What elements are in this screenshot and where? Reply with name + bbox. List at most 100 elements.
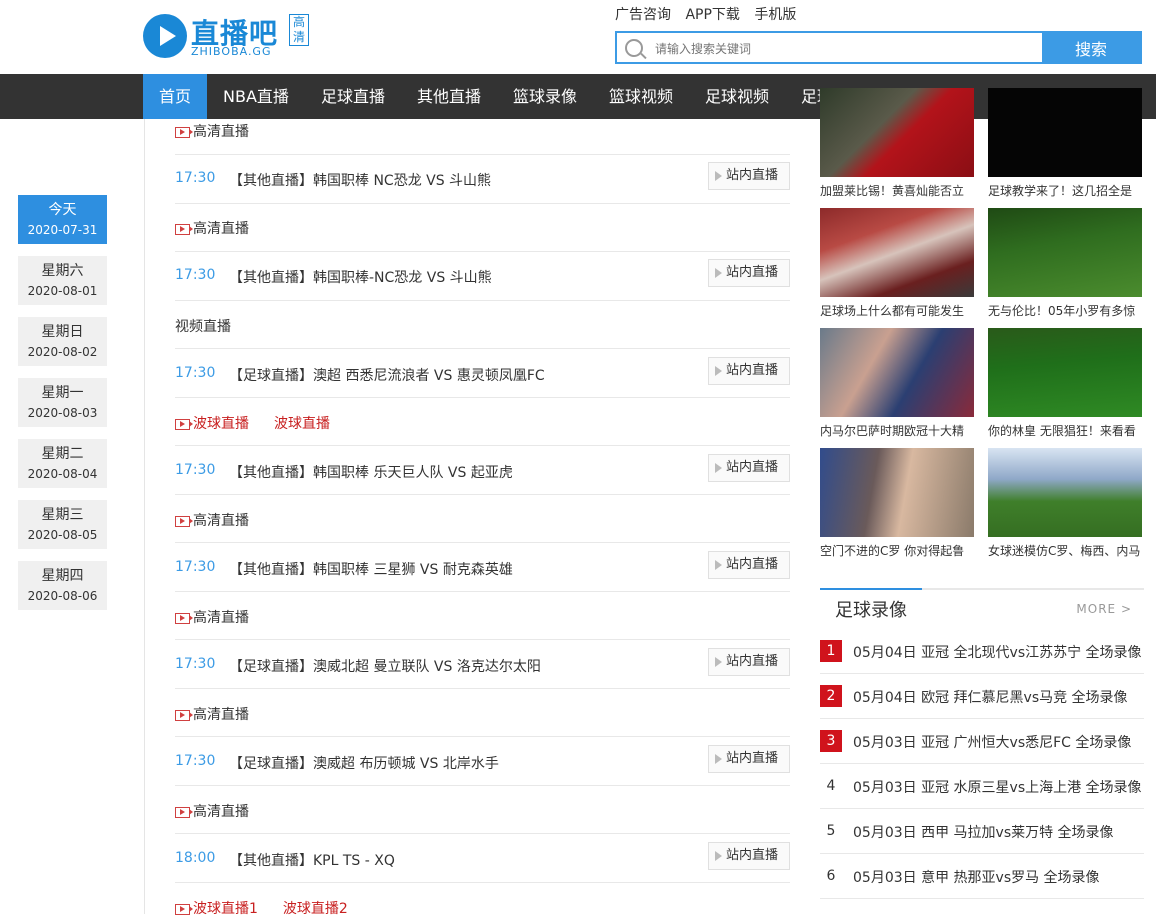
top-link-app[interactable]: APP下载 — [685, 7, 739, 23]
replay-title[interactable]: 05月03日 西甲 马拉加vs莱万特 全场录像 — [853, 822, 1114, 842]
live-stream-label: 站内直播 — [726, 363, 779, 378]
replay-item[interactable]: 1 05月04日 亚冠 全北现代vs江苏苏宁 全场录像 — [820, 630, 1144, 674]
video-thumbnail — [988, 88, 1142, 177]
video-card[interactable]: 你的林皇 无限猖狂！来看看 — [988, 328, 1142, 439]
live-stream-button[interactable]: 站内直播 — [708, 454, 790, 482]
video-card[interactable]: 无与伦比！05年小罗有多惊 — [988, 208, 1142, 319]
replay-title[interactable]: 05月04日 亚冠 全北现代vs江苏苏宁 全场录像 — [853, 642, 1142, 662]
date-value: 2020-08-02 — [27, 345, 98, 359]
top-link-ads[interactable]: 广告咨询 — [615, 7, 671, 23]
date-day: 星期三 — [41, 507, 84, 523]
date-day: 今天 — [48, 202, 77, 218]
match-title[interactable]: 【其他直播】韩国职棒 乐天巨人队 VS 起亚虎 — [229, 462, 513, 482]
video-camera-icon — [175, 126, 193, 138]
video-thumbnail — [988, 448, 1142, 537]
match-title[interactable]: 【其他直播】KPL TS - XQ — [229, 850, 395, 870]
search-input[interactable] — [653, 37, 1037, 61]
video-thumbnail — [988, 328, 1142, 417]
video-card[interactable]: 内马尔巴萨时期欧冠十大精 — [820, 328, 974, 439]
match-title[interactable]: 【足球直播】澳威北超 曼立联队 VS 洛克达尔太阳 — [229, 656, 541, 676]
date-tab-today[interactable]: 今天 2020-07-31 — [18, 195, 107, 244]
match-title[interactable]: 【其他直播】韩国职棒 三星狮 VS 耐克森英雄 — [229, 559, 513, 579]
nav-item-nba[interactable]: NBA直播 — [223, 74, 289, 119]
replay-title[interactable]: 05月03日 亚冠 水原三星vs上海上港 全场录像 — [853, 777, 1142, 797]
rank-badge: 3 — [820, 730, 842, 752]
live-stream-button[interactable]: 站内直播 — [708, 745, 790, 773]
match-time: 17:30 — [175, 753, 216, 769]
video-card[interactable]: 加盟莱比锡！黄喜灿能否立 — [820, 88, 974, 199]
rank-badge: 1 — [820, 640, 842, 662]
divider — [175, 445, 790, 446]
nav-item-home[interactable]: 首页 — [143, 74, 207, 119]
nav-item-football-live[interactable]: 足球直播 — [321, 74, 385, 119]
live-stream-button[interactable]: 站内直播 — [708, 648, 790, 676]
match-title[interactable]: 【足球直播】澳威超 布历顿城 VS 北岸水手 — [229, 753, 499, 773]
date-tab[interactable]: 星期日 2020-08-02 — [18, 317, 107, 366]
nav-item-other-live[interactable]: 其他直播 — [417, 74, 481, 119]
stream-link[interactable]: 高清直播 — [193, 513, 249, 529]
header: 直播吧 高清 ZHIBOBA.GG 广告咨询 APP下载 手机版 搜索 — [0, 0, 1156, 74]
replay-item[interactable]: 2 05月04日 欧冠 拜仁慕尼黑vs马竞 全场录像 — [820, 675, 1144, 719]
top-link-mobile[interactable]: 手机版 — [754, 7, 796, 23]
nav-item-basketball-replay[interactable]: 篮球录像 — [513, 74, 577, 119]
stream-link[interactable]: 高清直播 — [193, 221, 249, 237]
divider — [175, 542, 790, 543]
replay-item[interactable]: 3 05月03日 亚冠 广州恒大vs悉尼FC 全场录像 — [820, 720, 1144, 764]
stream-link[interactable]: 高清直播 — [193, 707, 249, 723]
video-card[interactable]: 足球教学来了！这几招全是 — [988, 88, 1142, 199]
stream-links: 高清直播 — [175, 121, 790, 141]
match-time: 17:30 — [175, 365, 216, 381]
more-link[interactable]: MORE > — [1076, 602, 1132, 616]
play-icon — [715, 753, 722, 764]
video-camera-icon — [175, 709, 193, 721]
stream-link[interactable]: 波球直播 — [274, 416, 330, 432]
nav-item-basketball-video[interactable]: 篮球视频 — [609, 74, 673, 119]
live-stream-label: 站内直播 — [726, 557, 779, 572]
replay-item[interactable]: 6 05月03日 意甲 热那亚vs罗马 全场录像 — [820, 855, 1144, 899]
date-tab[interactable]: 星期六 2020-08-01 — [18, 256, 107, 305]
divider — [175, 639, 790, 640]
divider — [175, 300, 790, 301]
main-nav: 首页 NBA直播 足球直播 其他直播 篮球录像 篮球视频 足球视频 足球录像 体… — [0, 74, 1156, 119]
match-title[interactable]: 【其他直播】韩国职棒-NC恐龙 VS 斗山熊 — [229, 267, 492, 287]
panel-title[interactable]: 足球录像 — [820, 588, 922, 632]
match-title[interactable]: 【足球直播】澳超 西悉尼流浪者 VS 惠灵顿凤凰FC — [229, 365, 545, 385]
column-divider — [144, 119, 145, 914]
site-logo[interactable]: 直播吧 高清 ZHIBOBA.GG — [143, 12, 313, 60]
stream-link[interactable]: 波球直播 — [193, 416, 249, 432]
divider — [175, 494, 790, 495]
video-camera-icon — [175, 612, 193, 624]
date-value: 2020-08-05 — [27, 528, 98, 542]
replay-title[interactable]: 05月03日 意甲 热那亚vs罗马 全场录像 — [853, 867, 1100, 887]
replay-item[interactable]: 4 05月03日 亚冠 水原三星vs上海上港 全场录像 — [820, 765, 1144, 809]
match-title[interactable]: 【其他直播】韩国职棒 NC恐龙 VS 斗山熊 — [229, 170, 491, 190]
video-card[interactable]: 空门不进的C罗 你对得起鲁 — [820, 448, 974, 559]
stream-link[interactable]: 高清直播 — [193, 804, 249, 820]
video-thumbnail — [820, 208, 974, 297]
date-tab[interactable]: 星期三 2020-08-05 — [18, 500, 107, 549]
replay-title[interactable]: 05月04日 欧冠 拜仁慕尼黑vs马竞 全场录像 — [853, 687, 1128, 707]
video-card[interactable]: 足球场上什么都有可能发生 — [820, 208, 974, 319]
divider — [175, 785, 790, 786]
date-tab[interactable]: 星期一 2020-08-03 — [18, 378, 107, 427]
date-tab[interactable]: 星期四 2020-08-06 — [18, 561, 107, 610]
stream-link[interactable]: 高清直播 — [193, 610, 249, 626]
search-button[interactable]: 搜索 — [1042, 33, 1140, 62]
replay-title[interactable]: 05月03日 亚冠 广州恒大vs悉尼FC 全场录像 — [853, 732, 1131, 752]
live-stream-button[interactable]: 站内直播 — [708, 162, 790, 190]
divider — [175, 397, 790, 398]
live-stream-button[interactable]: 站内直播 — [708, 551, 790, 579]
video-card[interactable]: 女球迷模仿C罗、梅西、内马 — [988, 448, 1142, 559]
video-thumbnail — [820, 328, 974, 417]
live-stream-button[interactable]: 站内直播 — [708, 842, 790, 870]
replay-item[interactable]: 5 05月03日 西甲 马拉加vs莱万特 全场录像 — [820, 810, 1144, 854]
nav-item-football-video[interactable]: 足球视频 — [705, 74, 769, 119]
match-time: 18:00 — [175, 850, 216, 866]
date-tab[interactable]: 星期二 2020-08-04 — [18, 439, 107, 488]
stream-link[interactable]: 波球直播2 — [283, 901, 348, 917]
live-stream-button[interactable]: 站内直播 — [708, 259, 790, 287]
stream-link[interactable]: 波球直播1 — [193, 901, 258, 917]
live-stream-button[interactable]: 站内直播 — [708, 357, 790, 385]
stream-link[interactable]: 高清直播 — [193, 124, 249, 140]
rank-badge: 2 — [820, 685, 842, 707]
